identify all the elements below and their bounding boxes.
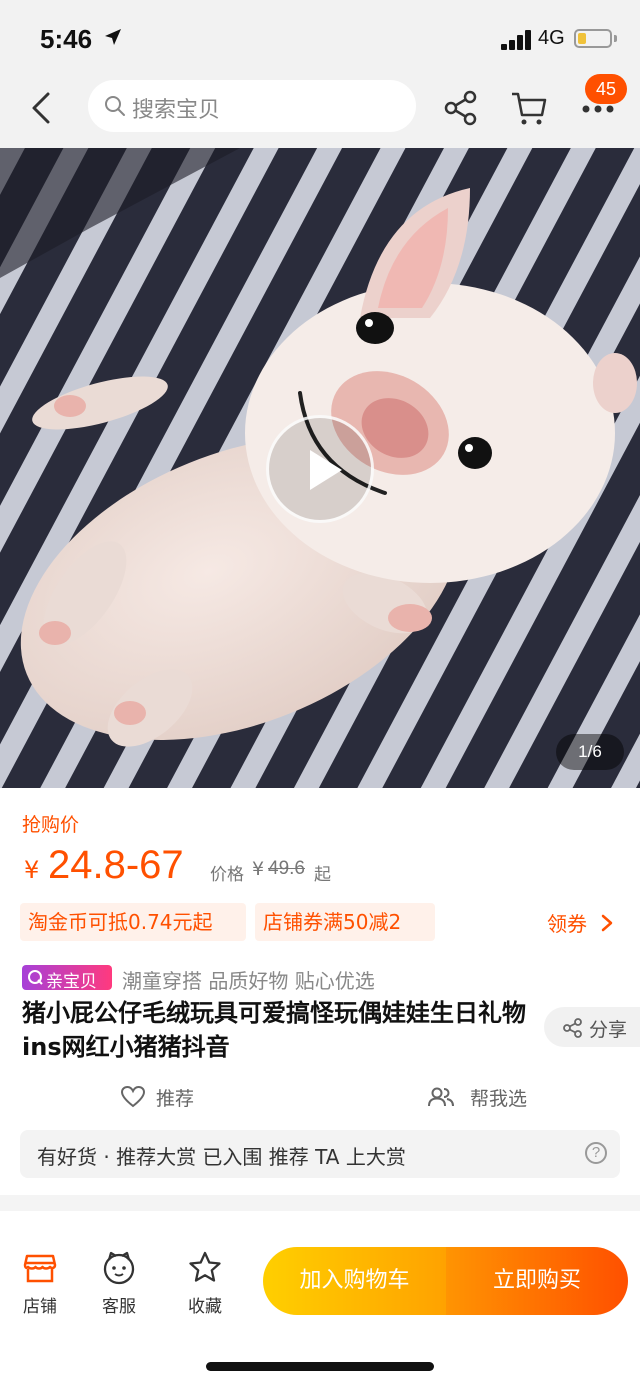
tab-store-label: 店铺 [23, 1297, 57, 1317]
original-price-label: 价格 [210, 865, 244, 885]
status-bar: 5:46 4G [0, 0, 640, 72]
price-currency: ¥ [24, 856, 40, 884]
buy-now-button[interactable]: 立即购买 [446, 1247, 628, 1315]
original-price-value: 49.6 [268, 858, 305, 879]
share-icon [563, 1018, 582, 1038]
status-time: 5:46 [40, 24, 93, 54]
tab-favorite-label: 收藏 [188, 1297, 222, 1317]
image-page-indicator: 1/6 [556, 734, 624, 770]
search-placeholder: 搜索宝贝 [132, 98, 221, 123]
heart-icon [120, 1085, 146, 1108]
qinbaobei-badge-label: 亲宝贝 [46, 972, 97, 992]
get-coupon-link[interactable]: 领券 [547, 908, 587, 937]
share-icon[interactable] [441, 88, 481, 128]
network-label: 4G [538, 27, 565, 49]
search-badge-icon [28, 970, 43, 985]
tab-customer-service[interactable]: 客服 [87, 1250, 151, 1317]
people-icon [428, 1087, 454, 1107]
search-icon [105, 96, 125, 116]
product-video[interactable]: 1/6 [0, 148, 640, 788]
section-divider [0, 1195, 640, 1211]
promo-tag-coins[interactable]: 淘金币可抵0.74元起 [20, 903, 246, 941]
brand-tagline: 潮童穿搭 品质好物 贴心优选 [122, 969, 375, 993]
home-indicator[interactable] [206, 1362, 434, 1371]
share-label: 分享 [589, 1019, 628, 1041]
signal-icon [501, 30, 533, 50]
search-input[interactable]: 搜索宝贝 [88, 80, 416, 132]
nav-bar: 搜索宝贝 45 [0, 72, 640, 148]
help-choose-label: 帮我选 [470, 1088, 528, 1110]
recommend-label: 推荐 [156, 1088, 195, 1110]
qinbaobei-badge: 亲宝贝 [22, 965, 112, 992]
price-label: 抢购价 [22, 814, 80, 836]
share-button[interactable]: 分享 [544, 1007, 640, 1047]
star-icon [189, 1251, 221, 1282]
play-video-button[interactable] [266, 415, 374, 523]
battery-icon [574, 29, 612, 48]
tab-favorite[interactable]: 收藏 [173, 1250, 237, 1317]
add-to-cart-button[interactable]: 加入购物车 [263, 1247, 446, 1315]
original-price-suffix: 起 [314, 865, 331, 885]
store-icon [23, 1254, 57, 1283]
chevron-right-icon [601, 914, 613, 932]
tab-customer-service-label: 客服 [102, 1297, 136, 1317]
back-icon[interactable] [22, 86, 62, 130]
tab-store[interactable]: 店铺 [8, 1250, 72, 1317]
award-text: 有好货 · 推荐大赏 已入围 推荐 TA 上大赏 [37, 1145, 406, 1169]
play-icon [310, 450, 342, 490]
customer-service-icon [103, 1251, 135, 1285]
award-bar[interactable]: 有好货 · 推荐大赏 已入围 推荐 TA 上大赏 ? [20, 1130, 620, 1178]
help-choose-button[interactable]: 帮我选 [428, 1082, 538, 1112]
help-icon[interactable]: ? [585, 1142, 607, 1164]
original-price-currency: ¥ [252, 858, 265, 880]
price-value: 24.8-67 [48, 843, 184, 887]
recommend-button[interactable]: 推荐 [120, 1082, 210, 1112]
battery-tip [614, 35, 617, 42]
promo-tag-store-coupon[interactable]: 店铺券满50减2 [255, 903, 435, 941]
cart-icon[interactable] [509, 88, 549, 128]
location-arrow-icon [105, 29, 121, 45]
message-count-badge: 45 [585, 74, 627, 104]
product-title: 猪小屁公仔毛绒玩具可爱搞怪玩偶娃娃生日礼物ins网红小猪猪抖音 [22, 999, 526, 1061]
